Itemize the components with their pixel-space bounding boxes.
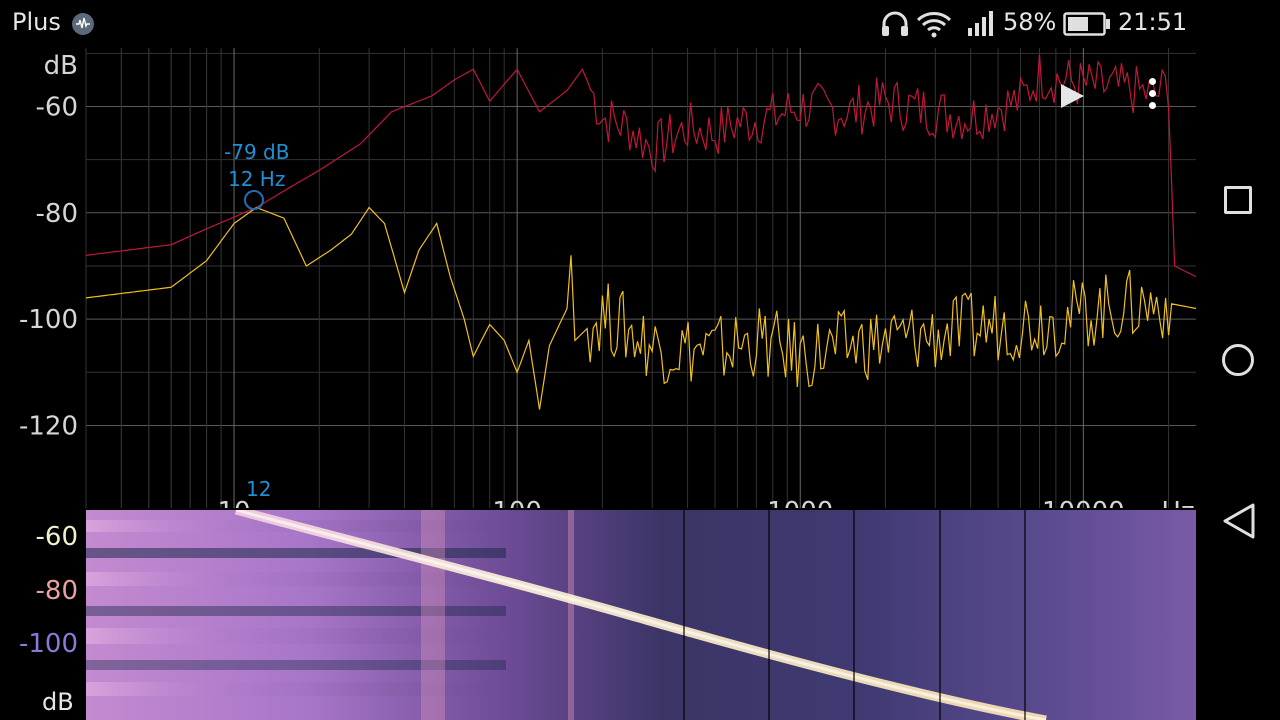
status-bar: Plus 58% 21:51 [0,0,1280,48]
overflow-menu-icon[interactable] [1144,78,1160,114]
y-tick-label: -100 [19,305,78,335]
y-axis-unit: dB [44,51,78,81]
chart-grid [85,48,1196,508]
x-axis-unit: Hz [1161,497,1194,508]
headphones-icon [882,11,908,36]
x-axis-labels: 10100100010000Hz [217,497,1194,508]
play-icon[interactable] [1058,82,1086,110]
spectrogram-y-label: -60 [35,522,78,552]
clock: 21:51 [1118,8,1188,36]
battery-icon [1063,12,1110,36]
cursor-db-readout: -79 dB [224,140,290,164]
navigation-bar [1196,48,1280,720]
series-lines [85,54,1196,410]
y-axis-labels: dB -60 -80 -100 -120 [19,51,78,441]
y-tick-label: -80 [36,199,78,229]
recents-icon[interactable] [1224,186,1252,214]
cursor-axis-marker: 12 [246,477,272,501]
cursor-hz-readout: 12 Hz [228,167,286,191]
cursor-marker[interactable] [244,190,264,210]
spectrogram-db-label: dB [42,688,74,716]
spectrogram-y-label: -80 [35,576,78,606]
x-tick-label: 10000 [1042,497,1125,508]
wifi-icon [916,12,952,38]
series-line-current [85,206,1196,410]
spectrogram-stripes [86,510,574,720]
y-tick-label: -60 [36,92,78,122]
battery-percent: 58% [1003,8,1057,36]
spectrogram-y-label: -100 [18,629,78,659]
y-tick-label: -120 [19,411,78,441]
spectrogram-dividers [683,510,1026,720]
app-badge-icon [72,13,94,35]
spectrogram[interactable] [86,510,1196,720]
x-tick-label: 100 [492,497,542,508]
series-line-peak [85,54,1196,278]
x-tick-label: 1000 [767,497,833,508]
app-name: Plus [12,8,61,36]
back-icon[interactable] [1222,502,1256,540]
spectrum-chart[interactable]: dB-60-80-100-120 10100100010000Hz [0,48,1196,508]
signal-icon [968,11,993,36]
home-icon[interactable] [1222,344,1254,376]
